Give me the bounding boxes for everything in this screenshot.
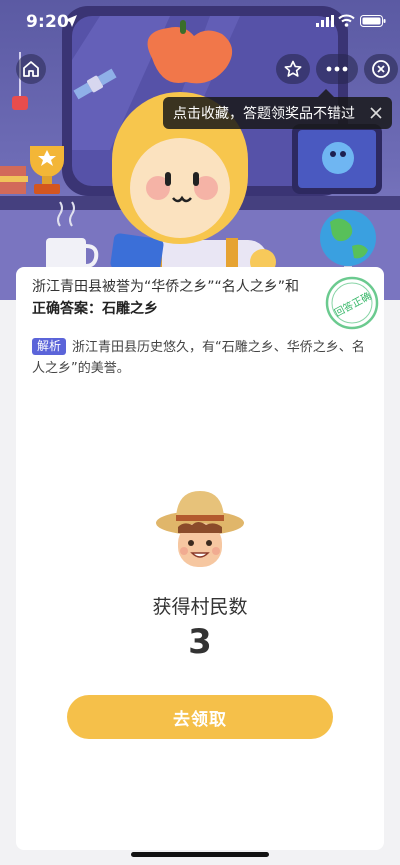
- cellular-signal-icon: [316, 15, 334, 27]
- favorite-button[interactable]: [276, 54, 310, 84]
- correct-answer: 正确答案：石雕之乡: [32, 301, 158, 317]
- hero-illustration: 9:20 点击收藏，答题领奖品不错过: [0, 0, 400, 300]
- favorite-tooltip: 点击收藏，答题领奖品不错过: [163, 97, 392, 129]
- claim-button[interactable]: 去领取: [67, 695, 333, 739]
- star-icon: [284, 60, 302, 77]
- alien-icon: [322, 142, 354, 174]
- tooltip-text: 点击收藏，答题领奖品不错过: [173, 106, 355, 122]
- analysis-text: 浙江青田县历史悠久，有“石雕之乡、华侨之乡、名人之乡”的美誉。: [32, 340, 365, 376]
- result-card: 浙江青田县被誉为“华侨之乡”“名人之乡”和 正确答案：石雕之乡 回答正确 解析浙…: [16, 267, 384, 850]
- location-arrow-icon: [65, 15, 77, 27]
- close-mini-program-button[interactable]: [364, 54, 398, 84]
- villager-avatar: [156, 491, 244, 567]
- status-time: 9:20: [26, 12, 70, 32]
- analysis-block: 解析 浙江青田县历史悠久，有“石雕之乡、华侨之乡、名人之乡”的美誉。: [32, 337, 372, 379]
- home-indicator: [131, 852, 269, 857]
- more-button[interactable]: [316, 54, 358, 84]
- home-button[interactable]: [16, 54, 46, 84]
- reward-count: 3: [188, 622, 212, 662]
- wifi-icon: [338, 14, 355, 27]
- status-bar: 9:20: [0, 0, 400, 46]
- analysis-tag: 解析: [32, 338, 67, 355]
- reward-label: 获得村民数: [152, 596, 248, 618]
- question-text: 浙江青田县被誉为“华侨之乡”“名人之乡”和: [32, 279, 300, 295]
- mini-program-capsule: [276, 54, 398, 84]
- trophy-icon: [30, 146, 64, 194]
- close-icon[interactable]: [368, 105, 384, 121]
- more-icon: [326, 66, 348, 72]
- stamp-text: 回答正确: [332, 289, 373, 319]
- battery-icon: [360, 15, 386, 27]
- correct-stamp: 回答正确: [325, 276, 379, 330]
- tooltip-arrow: [318, 89, 334, 97]
- close-circle-icon: [372, 60, 390, 78]
- home-icon: [23, 61, 39, 77]
